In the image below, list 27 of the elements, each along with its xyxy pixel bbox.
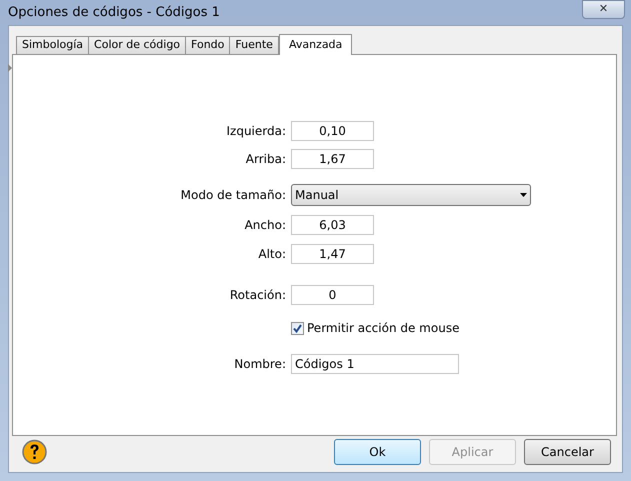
window-title: Opciones de códigos - Códigos 1 xyxy=(8,4,220,22)
input-field[interactable]: 6,03 xyxy=(291,215,374,235)
dropdown-arrow-icon xyxy=(520,193,527,197)
tab[interactable]: Avanzada xyxy=(278,34,352,55)
input-field[interactable]: 0,10 xyxy=(291,121,374,141)
tab[interactable]: Simbología xyxy=(16,36,90,54)
field-label: Izquierda: xyxy=(226,124,286,138)
tab[interactable]: Color de código xyxy=(88,36,186,54)
close-button[interactable]: ✕ xyxy=(582,0,625,19)
checkbox-label[interactable]: Permitir acción de mouse xyxy=(307,319,460,337)
checkbox[interactable] xyxy=(291,322,304,334)
input-field[interactable]: 0 xyxy=(291,285,374,305)
tab[interactable]: Fondo xyxy=(185,36,230,54)
field-label: Ancho: xyxy=(244,218,286,232)
field-label: Arriba: xyxy=(246,152,286,166)
dialog-button[interactable]: Cancelar xyxy=(524,439,611,465)
dialog-button[interactable]: Ok xyxy=(334,439,421,465)
input-field[interactable]: Códigos 1 xyxy=(291,354,459,374)
field-label: Rotación: xyxy=(230,288,286,302)
tab[interactable]: Fuente xyxy=(229,36,279,54)
dropdown[interactable]: Manual xyxy=(291,184,531,206)
input-field[interactable]: 1,47 xyxy=(291,244,374,264)
help-icon[interactable] xyxy=(22,439,47,465)
field-label: Modo de tamaño: xyxy=(180,188,286,202)
input-field[interactable]: 1,67 xyxy=(291,149,374,169)
field-label: Nombre: xyxy=(234,357,286,371)
field-label: Alto: xyxy=(258,247,286,261)
